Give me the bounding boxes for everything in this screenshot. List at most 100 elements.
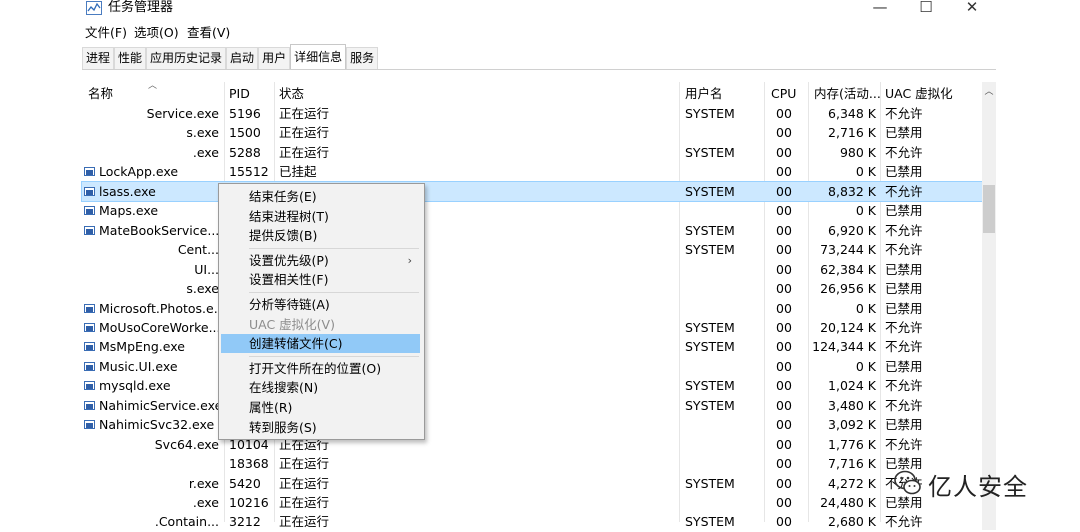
tab-processes[interactable]: 进程 (82, 47, 115, 69)
process-user: SYSTEM (685, 378, 735, 394)
process-user: SYSTEM (685, 183, 735, 199)
context-menu-item[interactable]: 提供反馈(B) (221, 226, 420, 245)
context-menu-item[interactable]: 结束任务(E) (221, 187, 420, 206)
scrollbar-thumb[interactable] (983, 185, 995, 233)
process-memory: 3,480 K (828, 397, 876, 413)
column-header-memory[interactable]: 内存(活动... (814, 86, 881, 102)
process-pid: 1500 (229, 125, 261, 141)
process-uac: 已禁用 (885, 203, 923, 219)
table-row[interactable]: Cent... SYSTEM 00 73,244 K 不允许 (82, 240, 982, 260)
column-header-pid[interactable]: PID (229, 86, 250, 102)
tab-users[interactable]: 用户 (258, 47, 291, 69)
table-row[interactable]: MateBookService.... SYSTEM 00 6,920 K 不允许 (82, 221, 982, 241)
task-manager-icon (86, 1, 102, 15)
column-header-user[interactable]: 用户名 (685, 86, 723, 102)
tab-details[interactable]: 详细信息 (290, 44, 347, 69)
process-uac: 已禁用 (885, 261, 923, 277)
minimize-icon: — (872, 0, 888, 16)
table-row[interactable]: MoUsoCoreWorke... SYSTEM 00 20,124 K 不允许 (82, 318, 982, 338)
tab-services[interactable]: 服务 (346, 47, 379, 69)
table-row[interactable]: s.exe 00 26,956 K 已禁用 (82, 279, 982, 299)
process-icon (84, 361, 95, 371)
process-cpu: 00 (776, 514, 792, 530)
table-row[interactable]: Service.exe 5196 正在运行 SYSTEM 00 6,348 K 不允许 (82, 104, 982, 124)
process-pid: 5420 (229, 475, 261, 491)
process-memory: 980 K (839, 144, 876, 160)
column-header-uac[interactable]: UAC 虚拟化 (885, 86, 953, 102)
menu-view[interactable]: 查看(V) (187, 25, 230, 41)
process-name: Svc64.exe (154, 436, 219, 452)
tab-performance[interactable]: 性能 (114, 47, 147, 69)
table-row[interactable]: NahimicService.exe SYSTEM 00 3,480 K 不允许 (82, 396, 982, 416)
table-row[interactable]: r.exe 5420 正在运行 SYSTEM 00 4,272 K 不允许 (82, 474, 982, 494)
menu-separator (249, 247, 419, 249)
process-cpu: 00 (776, 144, 792, 160)
context-menu-label: 在线搜索(N) (249, 380, 319, 396)
process-uac: 已禁用 (885, 417, 923, 433)
context-menu-item[interactable]: 设置相关性(F) (221, 270, 420, 289)
process-cpu: 00 (776, 183, 792, 199)
process-memory: 124,344 K (812, 339, 876, 355)
scroll-up-icon[interactable]: ︿ (982, 84, 996, 97)
table-row[interactable]: Maps.exe 00 0 K 已禁用 (82, 201, 982, 221)
context-menu-item[interactable]: 分析等待链(A) (221, 295, 420, 314)
menu-options[interactable]: 选项(O) (134, 25, 179, 41)
context-menu-item[interactable]: 创建转储文件(C) (221, 334, 420, 354)
table-row[interactable]: .Contain... 3212 正在运行 SYSTEM 00 2,680 K 不允许 (82, 512, 982, 532)
context-menu: 结束任务(E) 结束进程树(T) 提供反馈(B) 设置优先级(P) › 设置相关性(F) 分… (218, 183, 425, 440)
minimize-button[interactable]: — (857, 0, 903, 18)
table-row[interactable]: .exe 10216 正在运行 00 24,480 K 已禁用 (82, 493, 982, 513)
context-menu-item[interactable]: 属性(R) (221, 398, 420, 417)
context-menu-item[interactable]: 在线搜索(N) (221, 378, 420, 397)
process-icon (84, 322, 95, 332)
tab-startup[interactable]: 启动 (226, 47, 259, 69)
context-menu-item[interactable]: 打开文件所在的位置(O) (221, 359, 420, 378)
table-row[interactable]: UI... 00 62,384 K 已禁用 (82, 260, 982, 280)
close-button[interactable]: ✕ (949, 0, 995, 18)
process-cpu: 00 (776, 456, 792, 472)
context-menu-label: 分析等待链(A) (249, 297, 330, 312)
column-header-cpu[interactable]: CPU (771, 86, 796, 102)
table-row[interactable]: Microsoft.Photos.e... 00 0 K 已禁用 (82, 299, 982, 319)
process-name: .exe (192, 495, 219, 510)
process-user: SYSTEM (685, 106, 735, 121)
process-name: MoUsoCoreWorke... (99, 319, 219, 335)
column-header-status[interactable]: 状态 (279, 86, 304, 102)
process-name: s.exe (186, 281, 219, 297)
tab-app-history[interactable]: 应用历史记录 (146, 47, 227, 69)
maximize-button[interactable]: ☐ (903, 0, 949, 18)
process-memory: 0 K (855, 300, 876, 316)
column-header-name[interactable]: 名称 (88, 86, 113, 102)
table-row[interactable]: .exe 5288 正在运行 SYSTEM 00 980 K 不允许 (82, 143, 982, 163)
table-row[interactable]: 18368 正在运行 00 7,716 K 已禁用 (82, 454, 982, 474)
table-row[interactable]: NahimicSvc32.exe 00 3,092 K 已禁用 (82, 415, 982, 435)
process-user: SYSTEM (685, 319, 735, 335)
process-memory: 2,716 K (828, 125, 876, 141)
process-memory: 62,384 K (820, 261, 876, 277)
vertical-scrollbar[interactable] (982, 82, 996, 530)
process-uac: 已禁用 (885, 300, 923, 316)
process-cpu: 00 (776, 358, 792, 374)
table-row[interactable]: s.exe 1500 正在运行 00 2,716 K 已禁用 (82, 123, 982, 143)
table-row[interactable]: Music.UI.exe 00 0 K 已禁用 (82, 357, 982, 377)
process-name: LockApp.exe (99, 164, 179, 180)
process-pid: 18368 (229, 456, 269, 472)
table-row[interactable]: lsass.exe SYSTEM 00 8,832 K 不允许 (81, 180, 983, 203)
table-row[interactable]: MsMpEng.exe SYSTEM 00 124,344 K 不允许 (82, 337, 982, 357)
process-user: SYSTEM (685, 475, 735, 491)
context-menu-item[interactable]: 转到服务(S) (221, 418, 420, 437)
process-name: NahimicService.exe (99, 397, 219, 413)
process-pid: 10216 (229, 495, 269, 510)
process-uac: 不允许 (885, 319, 923, 335)
menu-file[interactable]: 文件(F) (85, 25, 127, 41)
context-menu-item[interactable]: 设置优先级(P) › (221, 251, 420, 270)
context-menu-item[interactable]: 结束进程树(T) (221, 207, 420, 226)
process-uac: 不允许 (885, 144, 923, 160)
table-row[interactable]: mysqld.exe SYSTEM 00 1,024 K 不允许 (82, 376, 982, 396)
process-name: Music.UI.exe (99, 358, 178, 374)
process-cpu: 00 (776, 397, 792, 413)
process-user: SYSTEM (685, 222, 735, 238)
process-icon (84, 342, 95, 352)
table-row[interactable]: LockApp.exe 15512 已挂起 00 0 K 已禁用 (82, 162, 982, 182)
table-row[interactable]: Svc64.exe 10104 正在运行 00 1,776 K 不允许 (82, 435, 982, 455)
